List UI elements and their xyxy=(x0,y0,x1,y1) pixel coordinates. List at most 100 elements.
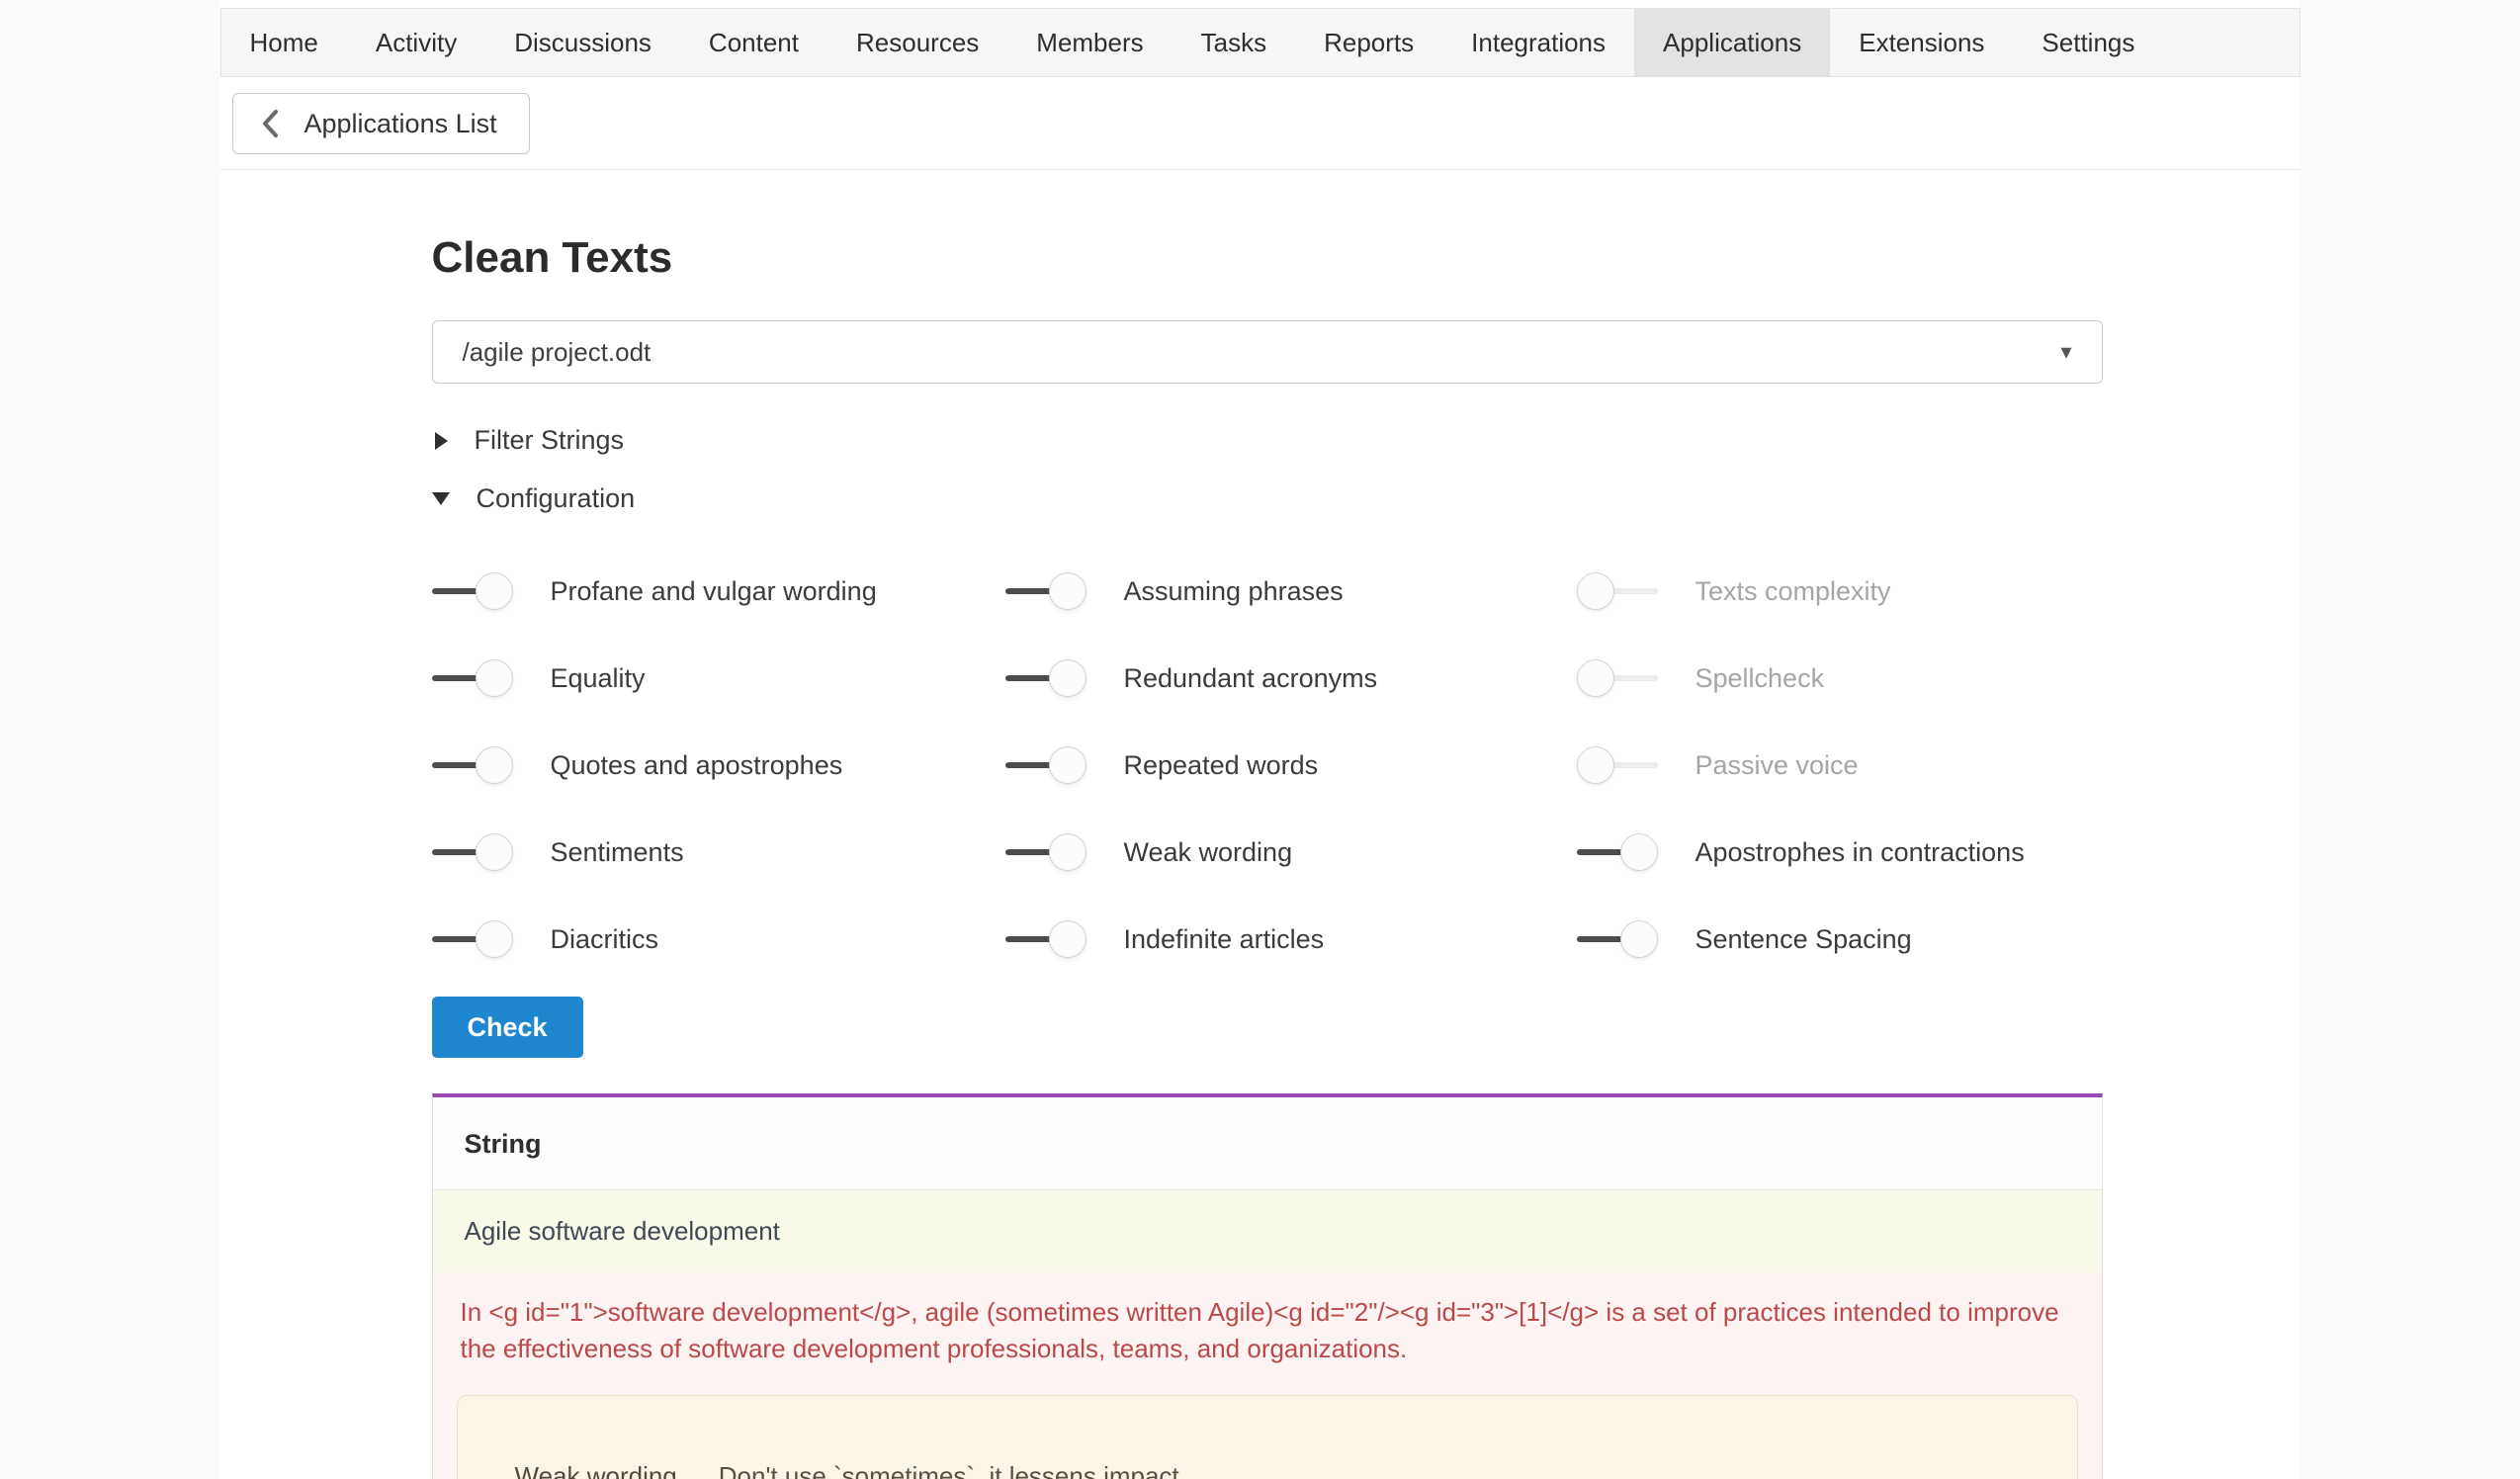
error-section: In <g id="1">software development</g>, a… xyxy=(433,1272,2102,1479)
string-row: Agile software development xyxy=(433,1190,2102,1272)
toggle-item-apostrophes-in-contractions: Apostrophes in contractions xyxy=(1577,832,2103,872)
toggle-knob xyxy=(476,746,513,784)
toggle-switch[interactable] xyxy=(1577,919,1658,959)
filter-strings-label: Filter Strings xyxy=(475,425,625,456)
page-title: Clean Texts xyxy=(432,233,2103,283)
toggle-item-spellcheck: Spellcheck xyxy=(1577,658,2103,698)
toggle-knob xyxy=(1049,659,1086,697)
configuration-toggle-grid: Profane and vulgar wording Equality Quot… xyxy=(432,548,2103,983)
toggle-label: Indefinite articles xyxy=(1124,924,1325,955)
top-navbar: Home Activity Discussions Content Resour… xyxy=(220,8,2301,77)
nav-item-activity[interactable]: Activity xyxy=(347,9,485,76)
toggle-label: Sentence Spacing xyxy=(1695,924,1912,955)
toggle-item-equality: Equality xyxy=(432,658,1005,698)
error-text: In <g id="1">software development</g>, a… xyxy=(457,1294,2078,1367)
nav-item-settings[interactable]: Settings xyxy=(2013,9,2163,76)
dropdown-caret-icon: ▾ xyxy=(2060,341,2071,363)
toggle-knob xyxy=(1577,659,1614,697)
toggle-item-passive-voice: Passive voice xyxy=(1577,745,2103,785)
toggle-item-repeated-words: Repeated words xyxy=(1005,745,1577,785)
toggle-switch[interactable] xyxy=(1577,745,1658,785)
toggle-label: Quotes and apostrophes xyxy=(551,750,843,781)
main-content: Clean Texts /agile project.odt ▾ Filter … xyxy=(432,233,2103,1479)
back-button-label: Applications List xyxy=(304,109,497,139)
toggle-switch[interactable] xyxy=(1005,658,1086,698)
collapsed-arrow-icon xyxy=(435,432,448,450)
nav-item-tasks[interactable]: Tasks xyxy=(1173,9,1295,76)
toggle-label: Apostrophes in contractions xyxy=(1695,837,2025,868)
toggle-switch[interactable] xyxy=(1577,571,1658,611)
toggle-switch[interactable] xyxy=(432,919,513,959)
expanded-arrow-icon xyxy=(432,492,450,505)
back-to-applications-list-button[interactable]: Applications List xyxy=(232,93,530,154)
results-panel: String Agile software development In <g … xyxy=(432,1093,2103,1479)
nav-item-applications[interactable]: Applications xyxy=(1634,9,1830,76)
toggle-item-diacritics: Diacritics xyxy=(432,919,1005,959)
page-container: Home Activity Discussions Content Resour… xyxy=(220,0,2301,1479)
toggle-item-indefinite-articles: Indefinite articles xyxy=(1005,919,1577,959)
toggle-switch[interactable] xyxy=(1005,919,1086,959)
viewport: Home Activity Discussions Content Resour… xyxy=(0,0,2520,1479)
toggle-label: Profane and vulgar wording xyxy=(551,576,877,607)
toggle-label: Passive voice xyxy=(1695,750,1859,781)
toggle-switch[interactable] xyxy=(1005,745,1086,785)
toggle-switch[interactable] xyxy=(432,745,513,785)
toggle-item-assuming-phrases: Assuming phrases xyxy=(1005,571,1577,611)
toggle-switch[interactable] xyxy=(1577,658,1658,698)
toggle-switch[interactable] xyxy=(432,832,513,872)
toggle-knob xyxy=(1049,572,1086,610)
toggle-switch[interactable] xyxy=(1005,571,1086,611)
toggle-knob xyxy=(1049,833,1086,871)
nav-item-integrations[interactable]: Integrations xyxy=(1442,9,1634,76)
file-select-dropdown[interactable]: /agile project.odt ▾ xyxy=(432,320,2103,384)
toggle-knob xyxy=(476,572,513,610)
chevron-left-icon xyxy=(261,109,279,138)
nav-item-resources[interactable]: Resources xyxy=(827,9,1007,76)
header-divider xyxy=(220,169,2301,170)
toggle-knob xyxy=(1577,572,1614,610)
issue-box: Weak wording Don't use `sometimes`, it l… xyxy=(457,1395,2078,1479)
toggle-knob xyxy=(1620,920,1658,958)
toggle-switch[interactable] xyxy=(432,571,513,611)
results-header: String xyxy=(433,1097,2102,1190)
toggle-knob xyxy=(1049,746,1086,784)
issue-message: Don't use `sometimes`, it lessens impact xyxy=(719,1461,1179,1479)
nav-item-extensions[interactable]: Extensions xyxy=(1830,9,2013,76)
nav-item-members[interactable]: Members xyxy=(1007,9,1172,76)
nav-item-reports[interactable]: Reports xyxy=(1295,9,1442,76)
collapsible-sections: Filter Strings Configuration xyxy=(432,411,2103,528)
nav-item-discussions[interactable]: Discussions xyxy=(485,9,680,76)
toggle-knob xyxy=(1577,746,1614,784)
toggle-knob xyxy=(476,659,513,697)
toggle-item-redundant-acronyms: Redundant acronyms xyxy=(1005,658,1577,698)
nav-item-home[interactable]: Home xyxy=(221,9,347,76)
filter-strings-toggle[interactable]: Filter Strings xyxy=(432,411,2103,470)
toggle-label: Diacritics xyxy=(551,924,659,955)
toggle-label: Weak wording xyxy=(1124,837,1293,868)
toggle-item-texts-complexity: Texts complexity xyxy=(1577,571,2103,611)
issue-type: Weak wording xyxy=(515,1461,677,1479)
toggle-label: Sentiments xyxy=(551,837,684,868)
toggle-knob xyxy=(1620,833,1658,871)
toggle-knob xyxy=(476,833,513,871)
toggle-label: Repeated words xyxy=(1124,750,1319,781)
toggle-switch[interactable] xyxy=(432,658,513,698)
toggle-knob xyxy=(1049,920,1086,958)
toggle-label: Equality xyxy=(551,663,646,694)
toggle-knob xyxy=(476,920,513,958)
toggle-item-sentence-spacing: Sentence Spacing xyxy=(1577,919,2103,959)
toggle-item-sentiments: Sentiments xyxy=(432,832,1005,872)
toggle-switch[interactable] xyxy=(1005,832,1086,872)
toggle-switch[interactable] xyxy=(1577,832,1658,872)
toggle-item-quotes-and-apostrophes: Quotes and apostrophes xyxy=(432,745,1005,785)
file-select-value: /agile project.odt xyxy=(463,337,652,368)
nav-item-content[interactable]: Content xyxy=(680,9,827,76)
toggle-item-weak-wording: Weak wording xyxy=(1005,832,1577,872)
check-button[interactable]: Check xyxy=(432,997,583,1058)
toggle-label: Assuming phrases xyxy=(1124,576,1344,607)
configuration-label: Configuration xyxy=(477,483,636,514)
toggle-label: Redundant acronyms xyxy=(1124,663,1378,694)
toggle-label: Texts complexity xyxy=(1695,576,1891,607)
configuration-toggle[interactable]: Configuration xyxy=(432,470,2103,528)
toggle-label: Spellcheck xyxy=(1695,663,1825,694)
